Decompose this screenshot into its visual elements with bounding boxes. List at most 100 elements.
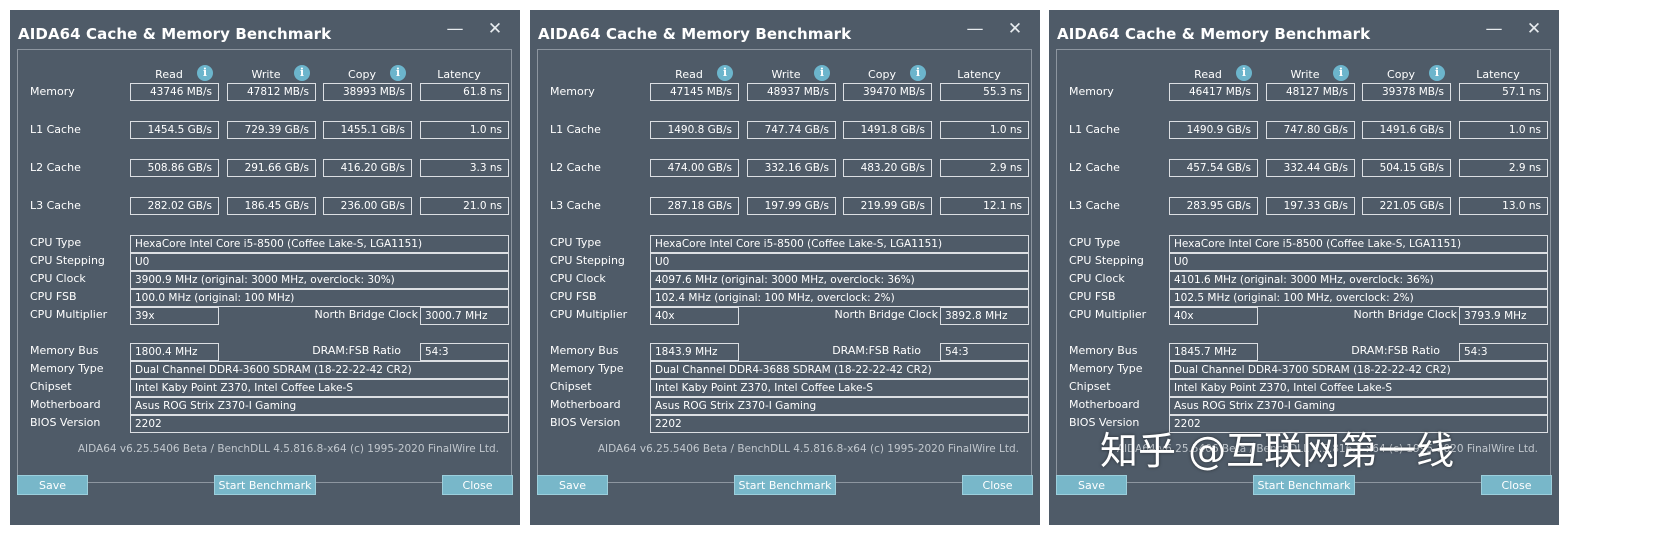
label-cpu-stepping: CPU Stepping <box>1069 254 1144 267</box>
bench-value: 457.54 GB/s <box>1169 159 1258 177</box>
info-icon[interactable]: i <box>1236 65 1252 81</box>
dram-fsb-ratio-value: 54:3 <box>1459 343 1548 361</box>
info-icon[interactable]: i <box>717 65 733 81</box>
cpu-multiplier-value: 39x <box>130 307 219 325</box>
bench-value: 2.9 ns <box>1459 159 1548 177</box>
minimize-button[interactable]: — <box>958 15 992 43</box>
cpu-fsb-value: 100.0 MHz (original: 100 MHz) <box>130 289 509 307</box>
bench-value: 13.0 ns <box>1459 197 1548 215</box>
bench-value: 47812 MB/s <box>227 83 316 101</box>
info-icon[interactable]: i <box>197 65 213 81</box>
start-benchmark-button[interactable]: Start Benchmark <box>214 475 316 495</box>
bench-value: 236.00 GB/s <box>323 197 412 215</box>
label-motherboard: Motherboard <box>1069 398 1140 411</box>
window-close-button[interactable]: ✕ <box>478 15 512 43</box>
info-icon[interactable]: i <box>1333 65 1349 81</box>
minimize-button[interactable]: — <box>1477 15 1511 43</box>
bench-value: 291.66 GB/s <box>227 159 316 177</box>
window-close-button[interactable]: ✕ <box>1517 15 1551 43</box>
cpu-stepping-value: U0 <box>130 253 509 271</box>
bench-value: 1490.8 GB/s <box>650 121 739 139</box>
row-label-l3-cache: L3 Cache <box>30 199 81 212</box>
benchmark-window: AIDA64 Cache & Memory Benchmark — ✕ Read i Wr… <box>530 10 1040 525</box>
chipset-value: Intel Kaby Point Z370, Intel Coffee Lake… <box>130 379 509 397</box>
label-motherboard: Motherboard <box>550 398 621 411</box>
info-icon[interactable]: i <box>1429 65 1445 81</box>
chipset-value: Intel Kaby Point Z370, Intel Coffee Lake… <box>1169 379 1548 397</box>
label-cpu-clock: CPU Clock <box>550 272 606 285</box>
bench-value: 39470 MB/s <box>843 83 932 101</box>
row-label-l3-cache: L3 Cache <box>1069 199 1120 212</box>
bench-value: 197.99 GB/s <box>747 197 836 215</box>
memory-type-value: Dual Channel DDR4-3600 SDRAM (18-22-22-4… <box>130 361 509 379</box>
bench-value: 1455.1 GB/s <box>323 121 412 139</box>
results-panel: Read i Write i Copy i Latency Memory 43746 MB/s 4… <box>17 49 512 483</box>
label-chipset: Chipset <box>1069 380 1111 393</box>
label-cpu-clock: CPU Clock <box>30 272 86 285</box>
bench-value: 38993 MB/s <box>323 83 412 101</box>
label-cpu-clock: CPU Clock <box>1069 272 1125 285</box>
save-button[interactable]: Save <box>17 475 88 495</box>
label-memory-bus: Memory Bus <box>550 344 619 357</box>
label-memory-bus: Memory Bus <box>30 344 99 357</box>
close-button[interactable]: Close <box>962 475 1033 495</box>
label-chipset: Chipset <box>30 380 72 393</box>
info-icon[interactable]: i <box>910 65 926 81</box>
bench-value: 287.18 GB/s <box>650 197 739 215</box>
save-button[interactable]: Save <box>1056 475 1127 495</box>
north-bridge-clock-value: 3000.7 MHz <box>420 307 509 325</box>
bios-version-value: 2202 <box>650 415 1029 433</box>
label-memory-type: Memory Type <box>30 362 104 375</box>
cpu-type-value: HexaCore Intel Core i5-8500 (Coffee Lake… <box>1169 235 1548 253</box>
info-icon[interactable]: i <box>294 65 310 81</box>
start-benchmark-button[interactable]: Start Benchmark <box>1253 475 1355 495</box>
label-memory-type: Memory Type <box>1069 362 1143 375</box>
column-header-latency: Latency <box>437 68 481 81</box>
motherboard-value: Asus ROG Strix Z370-I Gaming <box>1169 397 1548 415</box>
label-chipset: Chipset <box>550 380 592 393</box>
bench-value: 21.0 ns <box>420 197 509 215</box>
watermark-text: 知乎 @互联网第一线 <box>1100 429 1455 473</box>
label-bios-version: BIOS Version <box>30 416 101 429</box>
window-title: AIDA64 Cache & Memory Benchmark <box>538 25 852 43</box>
bench-value: 747.80 GB/s <box>1266 121 1355 139</box>
row-label-memory: Memory <box>550 85 595 98</box>
label-cpu-fsb: CPU FSB <box>30 290 77 303</box>
bench-value: 332.16 GB/s <box>747 159 836 177</box>
bench-value: 48937 MB/s <box>747 83 836 101</box>
bench-value: 12.1 ns <box>940 197 1029 215</box>
results-panel: Read i Write i Copy i Latency Memory 46417 MB/s 4… <box>1056 49 1551 483</box>
close-button[interactable]: Close <box>1481 475 1552 495</box>
results-panel: Read i Write i Copy i Latency Memory 47145 MB/s 4… <box>537 49 1032 483</box>
label-cpu-multiplier: CPU Multiplier <box>1069 308 1147 321</box>
bench-value: 508.86 GB/s <box>130 159 219 177</box>
bench-value: 39378 MB/s <box>1362 83 1451 101</box>
memory-bus-value: 1800.4 MHz <box>130 343 219 361</box>
memory-bus-value: 1845.7 MHz <box>1169 343 1258 361</box>
close-button[interactable]: Close <box>442 475 513 495</box>
info-icon[interactable]: i <box>390 65 406 81</box>
bench-value: 282.02 GB/s <box>130 197 219 215</box>
label-dram-fsb-ratio: DRAM:FSB Ratio <box>832 344 921 357</box>
label-bios-version: BIOS Version <box>550 416 621 429</box>
minimize-button[interactable]: — <box>438 15 472 43</box>
row-label-memory: Memory <box>30 85 75 98</box>
cpu-stepping-value: U0 <box>1169 253 1548 271</box>
start-benchmark-button[interactable]: Start Benchmark <box>734 475 836 495</box>
memory-type-value: Dual Channel DDR4-3688 SDRAM (18-22-22-4… <box>650 361 1029 379</box>
cpu-type-value: HexaCore Intel Core i5-8500 (Coffee Lake… <box>130 235 509 253</box>
window-title: AIDA64 Cache & Memory Benchmark <box>1057 25 1371 43</box>
label-cpu-stepping: CPU Stepping <box>30 254 105 267</box>
bench-value: 283.95 GB/s <box>1169 197 1258 215</box>
dram-fsb-ratio-value: 54:3 <box>940 343 1029 361</box>
save-button[interactable]: Save <box>537 475 608 495</box>
chipset-value: Intel Kaby Point Z370, Intel Coffee Lake… <box>650 379 1029 397</box>
bench-value: 483.20 GB/s <box>843 159 932 177</box>
row-label-l1-cache: L1 Cache <box>1069 123 1120 136</box>
window-close-button[interactable]: ✕ <box>998 15 1032 43</box>
bench-value: 1491.8 GB/s <box>843 121 932 139</box>
bench-value: 729.39 GB/s <box>227 121 316 139</box>
info-icon[interactable]: i <box>814 65 830 81</box>
label-cpu-type: CPU Type <box>550 236 602 249</box>
label-motherboard: Motherboard <box>30 398 101 411</box>
